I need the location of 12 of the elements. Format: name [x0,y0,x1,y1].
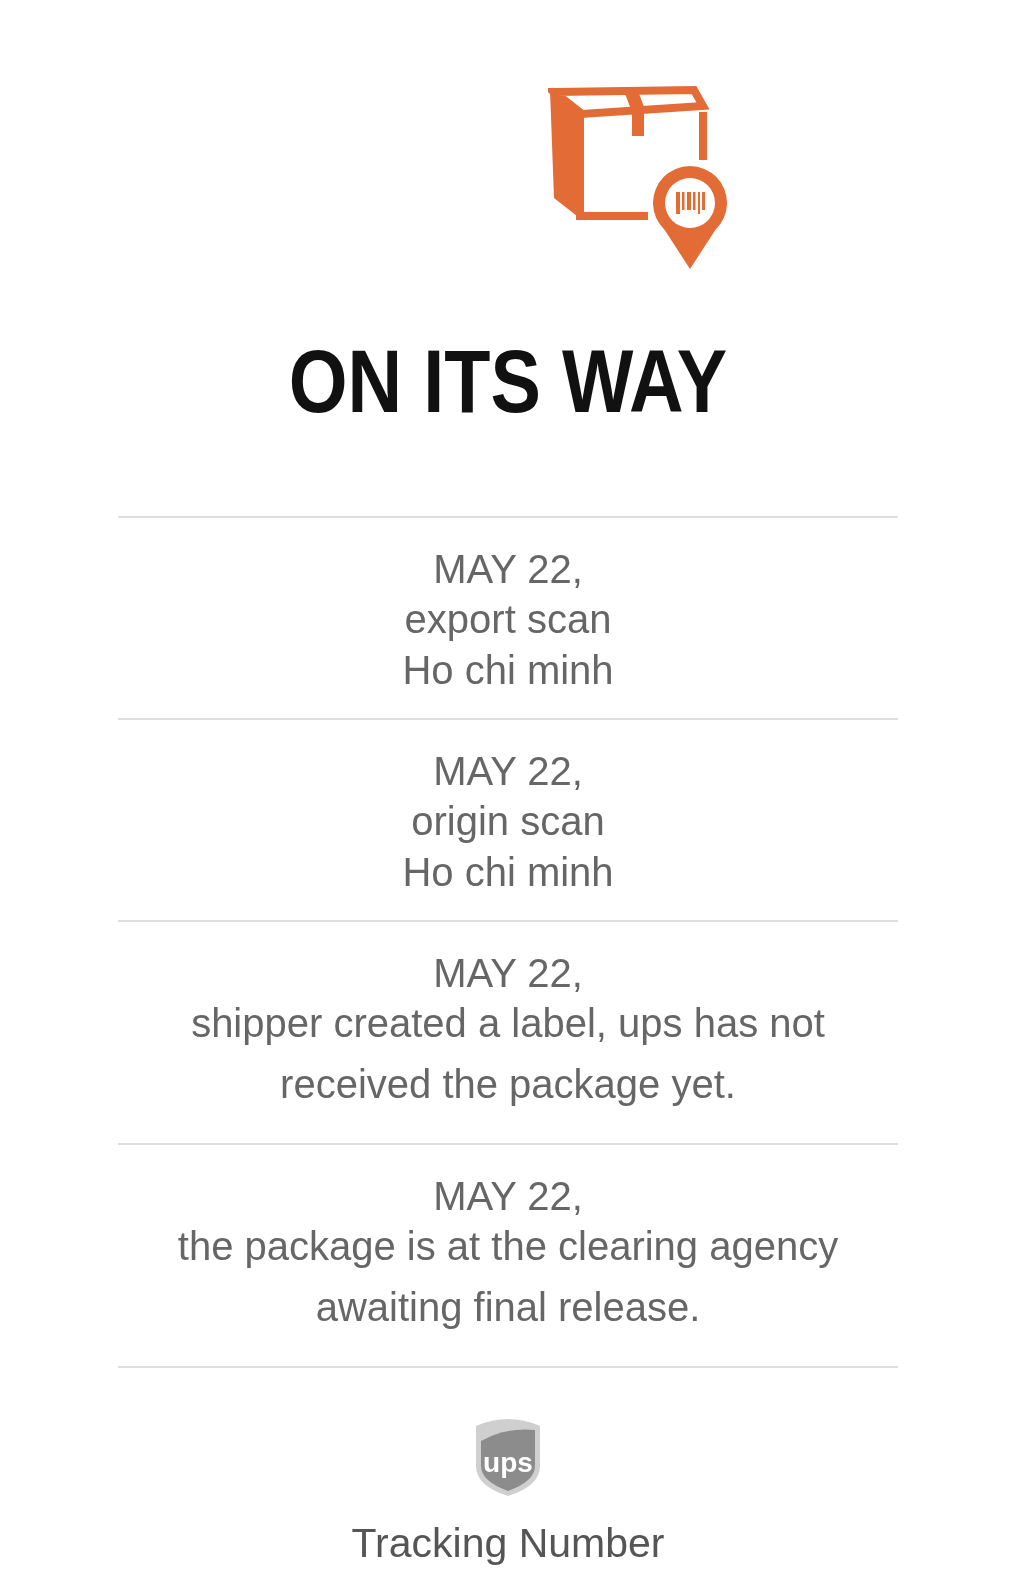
status-title: ON ITS WAY [288,337,728,426]
event-date: MAY 22, [432,1176,584,1216]
event-status: origin scan [410,798,606,845]
event-status: shipper created a label, ups has not received the package yet. [190,1000,826,1108]
event-location: Ho chi minh [401,852,615,892]
event-status: export scan [403,596,613,643]
event-date: MAY 22, [432,953,584,993]
tracking-number-label: Tracking Number [351,1519,665,1568]
event-date: MAY 22, [432,549,584,589]
event-location: Ho chi minh [401,650,615,690]
event-status: the package is at the clearing agency awaiting final release. [176,1223,840,1331]
event-date: MAY 22, [432,751,584,791]
